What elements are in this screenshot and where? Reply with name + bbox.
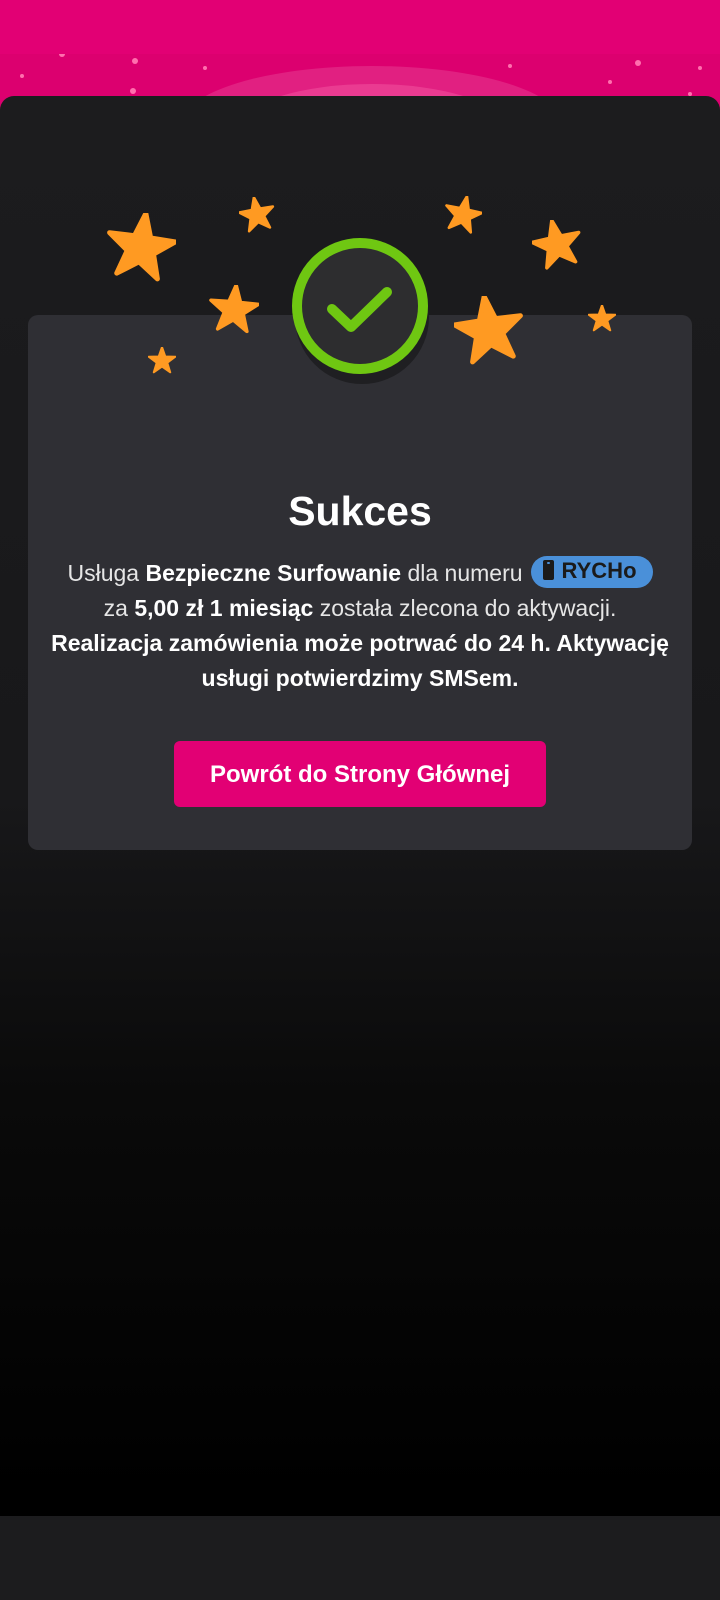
msisdn-badge: RYCHo xyxy=(530,555,653,588)
message-activation-status: została zlecona do aktywacji. xyxy=(313,595,617,621)
message-price-prefix: za xyxy=(103,595,135,621)
service-name: Bezpieczne Surfowanie xyxy=(145,560,402,586)
star-icon xyxy=(107,213,176,282)
star-icon xyxy=(239,197,275,233)
star-icon xyxy=(148,347,176,374)
success-screen: Sukces Usługa Bezpieczne Surfowanie dla … xyxy=(0,0,720,1600)
star-icon xyxy=(445,196,482,234)
system-navigation-bar xyxy=(0,1516,720,1600)
message-number-prefix: dla numeru xyxy=(401,560,523,586)
success-message: Usługa Bezpieczne Surfowanie dla numeru R… xyxy=(40,555,680,696)
message-service-prefix: Usługa xyxy=(67,560,146,586)
star-icon xyxy=(588,305,616,332)
success-title: Sukces xyxy=(288,488,432,534)
msisdn-label: RYCHo xyxy=(561,557,637,583)
phone-icon xyxy=(542,560,554,581)
price-period: 5,00 zł 1 miesiąc xyxy=(134,595,314,621)
fulfillment-notice: Realizacja zamówienia może potrwać do 24… xyxy=(51,630,669,691)
star-icon xyxy=(454,296,523,365)
back-to-home-button[interactable]: Powrót do Strony Głównej xyxy=(174,741,546,807)
star-icon xyxy=(532,220,581,270)
status-bar xyxy=(0,0,720,54)
check-circle-icon xyxy=(292,238,428,374)
star-icon xyxy=(209,285,259,334)
